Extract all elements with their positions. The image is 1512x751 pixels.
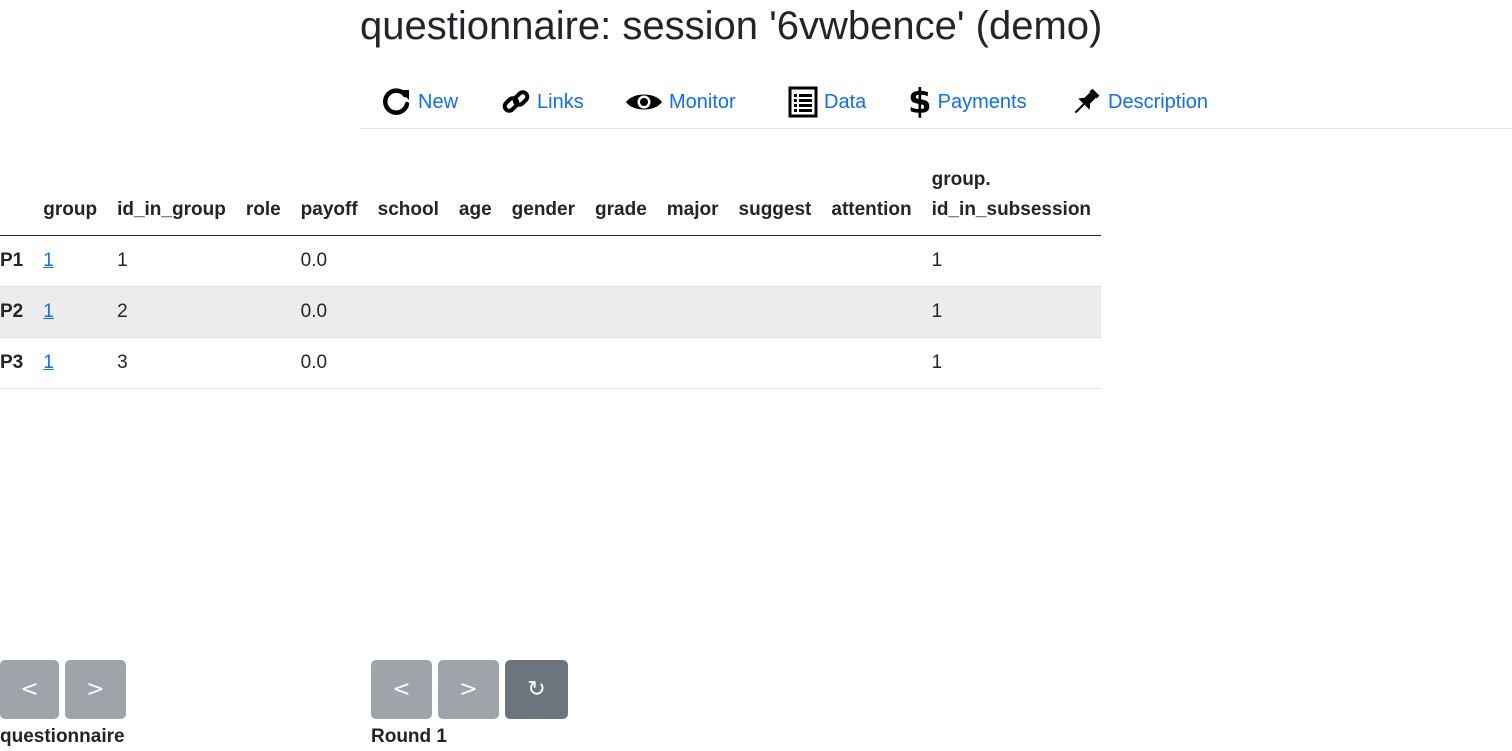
link-icon <box>502 90 530 113</box>
cell-grade <box>585 286 657 338</box>
nav-description-link[interactable]: Description <box>1070 86 1208 118</box>
round-next-button[interactable]: > <box>438 660 499 719</box>
table-row: P2 1 2 0.0 1 <box>0 286 1102 338</box>
nav-data-link[interactable]: Data <box>788 86 866 118</box>
header-school: school <box>367 165 449 236</box>
row-label: P2 <box>0 286 34 338</box>
group-link[interactable]: 1 <box>43 352 54 373</box>
header-payoff: payoff <box>290 165 368 236</box>
round-pager-label: Round 1 <box>371 726 447 747</box>
cell-attention <box>821 235 922 287</box>
header-major: major <box>656 165 729 236</box>
refresh-button[interactable]: ↻ <box>505 660 568 719</box>
cell-role <box>235 286 291 338</box>
cell-school <box>367 235 449 287</box>
header-gender: gender <box>501 165 586 236</box>
cell-attention <box>821 337 922 389</box>
cell-payoff: 0.0 <box>290 286 368 338</box>
cell-payoff: 0.0 <box>290 235 368 287</box>
list-icon <box>788 86 818 118</box>
cell-group-id-in-subsession: 1 <box>921 286 1102 338</box>
group-link[interactable]: 1 <box>43 250 54 271</box>
cell-role <box>235 337 291 389</box>
cell-group: 1 <box>33 286 108 338</box>
cell-group: 1 <box>33 337 108 389</box>
cell-major <box>656 286 729 338</box>
cell-group-id-in-subsession: 1 <box>921 337 1102 389</box>
header-id-in-group: id_in_group <box>107 165 236 236</box>
app-next-button[interactable]: > <box>65 660 126 719</box>
header-age: age <box>448 165 502 236</box>
nav-monitor-link[interactable]: Monitor <box>625 86 736 118</box>
cell-school <box>367 286 449 338</box>
refresh-icon <box>383 88 410 115</box>
table-header-row: group id_in_group role payoff school age… <box>0 165 1102 236</box>
cell-grade <box>585 337 657 389</box>
header-grade: grade <box>585 165 657 236</box>
cell-suggest <box>728 337 822 389</box>
row-label: P1 <box>0 235 34 287</box>
row-label: P3 <box>0 337 34 389</box>
header-blank <box>0 165 34 236</box>
header-attention: attention <box>821 165 922 236</box>
nav-payments-label: Payments <box>937 90 1027 113</box>
app-prev-button[interactable]: < <box>0 660 59 719</box>
round-prev-button[interactable]: < <box>371 660 432 719</box>
cell-id-in-group: 1 <box>107 235 236 287</box>
cell-group: 1 <box>33 235 108 287</box>
cell-gender <box>501 235 586 287</box>
cell-id-in-group: 2 <box>107 286 236 338</box>
nav-links-label: Links <box>537 90 584 113</box>
cell-attention <box>821 286 922 338</box>
cell-age <box>448 235 502 287</box>
table-row: P3 1 3 0.0 1 <box>0 337 1102 389</box>
session-nav: New Links Monitor Data $ Payments Descri… <box>360 80 1512 129</box>
cell-payoff: 0.0 <box>290 337 368 389</box>
nav-payments-link[interactable]: $ Payments <box>908 82 1027 122</box>
cell-suggest <box>728 235 822 287</box>
header-group-id-in-subsession: group. id_in_subsession <box>921 165 1102 236</box>
nav-new-link[interactable]: New <box>380 86 458 118</box>
cell-gender <box>501 286 586 338</box>
header-role: role <box>235 165 291 236</box>
cell-group-id-in-subsession: 1 <box>921 235 1102 287</box>
nav-links-link[interactable]: Links <box>501 86 584 118</box>
header-group-id-line1: group. <box>931 169 991 190</box>
nav-monitor-label: Monitor <box>669 90 736 113</box>
cell-grade <box>585 235 657 287</box>
header-suggest: suggest <box>728 165 822 236</box>
header-group: group <box>33 165 108 236</box>
group-link[interactable]: 1 <box>43 301 54 322</box>
app-pager-label: questionnaire <box>0 726 125 747</box>
cell-school <box>367 337 449 389</box>
cell-age <box>448 337 502 389</box>
cell-gender <box>501 337 586 389</box>
dollar-icon: $ <box>908 82 932 122</box>
cell-id-in-group: 3 <box>107 337 236 389</box>
nav-data-label: Data <box>824 90 867 113</box>
cell-role <box>235 235 291 287</box>
nav-new-label: New <box>418 90 459 113</box>
round-pager: < > ↻ <box>371 660 568 719</box>
header-group-id-line2: id_in_subsession <box>931 199 1092 220</box>
page-title: questionnaire: session '6vwbence' (demo) <box>360 4 1103 48</box>
cell-major <box>656 235 729 287</box>
cell-suggest <box>728 286 822 338</box>
nav-description-label: Description <box>1108 90 1209 113</box>
data-table-container: group id_in_group role payoff school age… <box>0 165 1102 389</box>
app-pager: < > <box>0 660 126 719</box>
cell-major <box>656 337 729 389</box>
eye-icon <box>626 94 662 110</box>
table-row: P1 1 1 0.0 1 <box>0 235 1102 287</box>
cell-age <box>448 286 502 338</box>
data-table: group id_in_group role payoff school age… <box>0 165 1102 389</box>
pin-icon <box>1074 88 1100 114</box>
